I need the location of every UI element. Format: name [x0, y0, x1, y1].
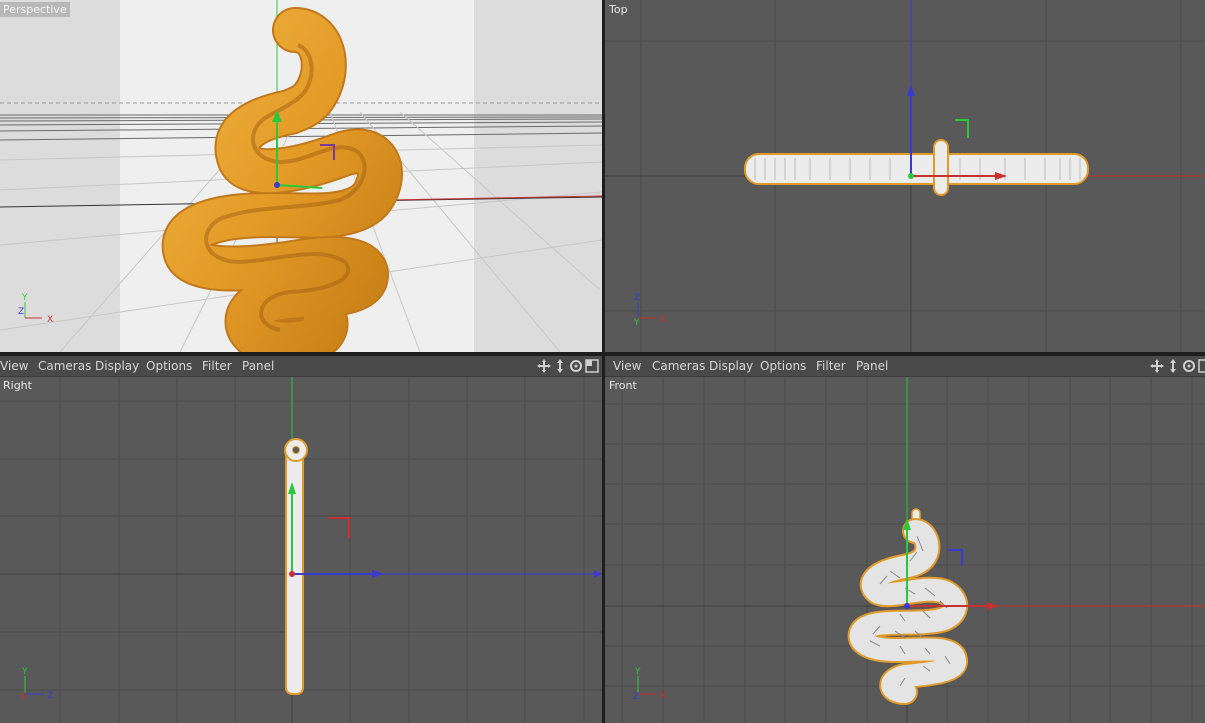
viewport-label-perspective[interactable]: Perspective [0, 2, 70, 17]
perspective-canvas[interactable]: Y Z X [0, 0, 602, 352]
menu-display[interactable]: Display [709, 359, 753, 373]
menu-cameras[interactable]: Cameras [38, 359, 91, 373]
menu-options[interactable]: Options [146, 359, 192, 373]
menu-display[interactable]: Display [95, 359, 139, 373]
menu-cameras[interactable]: Cameras [652, 359, 705, 373]
perspective-viewport[interactable]: Y Z X Perspective [0, 0, 602, 352]
axis-x-label: X [20, 692, 26, 702]
viewport-menubar: View Cameras Display Options Filter Pane… [605, 356, 1205, 377]
axis-z-label: Z [634, 293, 640, 303]
front-viewport[interactable]: Y Z X View Cameras Display Options Filte… [605, 356, 1205, 723]
menu-panel[interactable]: Panel [242, 359, 274, 373]
viewport-label-right[interactable]: Right [0, 378, 35, 393]
front-canvas[interactable]: Y Z X [605, 356, 1205, 723]
viewport-divider-horizontal[interactable] [0, 352, 1205, 356]
top-viewport[interactable]: Z Y X Top [605, 0, 1205, 352]
axis-z-label: Z [18, 307, 24, 317]
top-canvas[interactable]: Z Y X [605, 0, 1205, 352]
axis-x-label: X [660, 315, 666, 325]
axis-y-label: Y [634, 667, 641, 677]
maximize-view-icon[interactable] [584, 358, 600, 374]
pendant-right-view[interactable] [284, 438, 308, 695]
menu-filter[interactable]: Filter [202, 359, 232, 373]
viewport-menubar: View Cameras Display Options Filter Pane… [0, 356, 602, 377]
right-viewport[interactable]: Y X Z View Cameras Display Options Filte… [0, 356, 602, 723]
axis-x-label: X [660, 691, 666, 701]
axis-z-label: Z [633, 692, 639, 702]
axis-x-label: X [47, 315, 53, 325]
scale-view-icon[interactable] [1165, 358, 1181, 374]
scale-view-icon[interactable] [552, 358, 568, 374]
move-view-icon[interactable] [536, 358, 552, 374]
axis-y-label: Y [21, 293, 28, 303]
viewport-label-top[interactable]: Top [606, 2, 631, 17]
menu-panel[interactable]: Panel [856, 359, 888, 373]
viewport-divider-vertical[interactable] [602, 0, 605, 723]
menu-view[interactable]: View [613, 359, 641, 373]
axis-z-label: Z [47, 691, 53, 701]
rotate-view-icon[interactable] [568, 358, 584, 374]
rotate-view-icon[interactable] [1181, 358, 1197, 374]
viewport-label-front[interactable]: Front [606, 378, 640, 393]
menu-options[interactable]: Options [760, 359, 806, 373]
right-canvas[interactable]: Y X Z [0, 356, 602, 723]
maximize-view-icon[interactable] [1197, 358, 1205, 374]
move-view-icon[interactable] [1149, 358, 1165, 374]
menu-view[interactable]: View [0, 359, 28, 373]
axis-y-label: Y [21, 667, 28, 677]
menu-filter[interactable]: Filter [816, 359, 846, 373]
axis-y-label: Y [633, 318, 640, 328]
